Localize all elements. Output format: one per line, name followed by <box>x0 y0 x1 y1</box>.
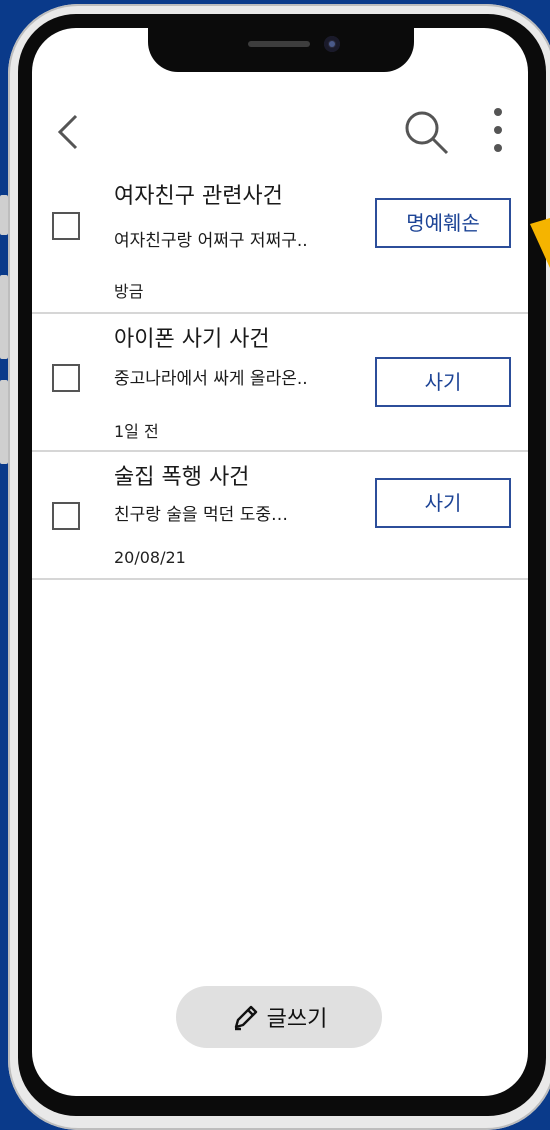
select-checkbox[interactable] <box>52 212 80 240</box>
write-button-label: 글쓰기 <box>266 1007 328 1032</box>
pointer-arrow-icon <box>530 218 550 268</box>
post-time: 20/08/21 <box>114 548 186 567</box>
camera-icon <box>324 36 340 52</box>
search-icon[interactable] <box>402 108 452 158</box>
post-preview: 중고나라에서 싸게 올라온.. <box>114 369 308 389</box>
post-title: 술집 폭행 사건 <box>114 465 250 490</box>
write-button[interactable]: 글쓰기 <box>176 986 382 1048</box>
phone-volume-up <box>0 275 8 359</box>
post-preview: 친구랑 술을 먹던 도중… <box>114 505 288 525</box>
post-time: 방금 <box>114 282 144 301</box>
select-checkbox[interactable] <box>52 364 80 392</box>
list-item[interactable]: 술집 폭행 사건 친구랑 술을 먹던 도중… 20/08/21 사기 <box>32 452 528 580</box>
post-preview: 여자친구랑 어쩌구 저쩌구.. <box>114 231 308 251</box>
category-tag[interactable]: 명예훼손 <box>375 198 511 248</box>
list-item[interactable]: 아이폰 사기 사건 중고나라에서 싸게 올라온.. 1일 전 사기 <box>32 314 528 452</box>
phone-screen: 여자친구 관련사건 여자친구랑 어쩌구 저쩌구.. 방금 명예훼손 아이폰 사기… <box>32 28 528 1096</box>
select-checkbox[interactable] <box>52 502 80 530</box>
list-item[interactable]: 여자친구 관련사건 여자친구랑 어쩌구 저쩌구.. 방금 명예훼손 <box>32 184 528 314</box>
post-title: 아이폰 사기 사건 <box>114 327 270 352</box>
phone-notch <box>148 28 414 72</box>
speaker-grille <box>248 41 310 47</box>
category-tag[interactable]: 사기 <box>375 478 511 528</box>
post-title: 여자친구 관련사건 <box>114 184 283 209</box>
category-tag[interactable]: 사기 <box>375 357 511 407</box>
more-vertical-icon[interactable] <box>488 106 508 156</box>
phone-volume-down <box>0 380 8 464</box>
back-icon[interactable] <box>52 112 88 152</box>
pencil-icon <box>234 1005 257 1031</box>
post-list: 여자친구 관련사건 여자친구랑 어쩌구 저쩌구.. 방금 명예훼손 아이폰 사기… <box>32 184 528 580</box>
post-time: 1일 전 <box>114 422 159 441</box>
phone-side-button <box>0 195 8 235</box>
